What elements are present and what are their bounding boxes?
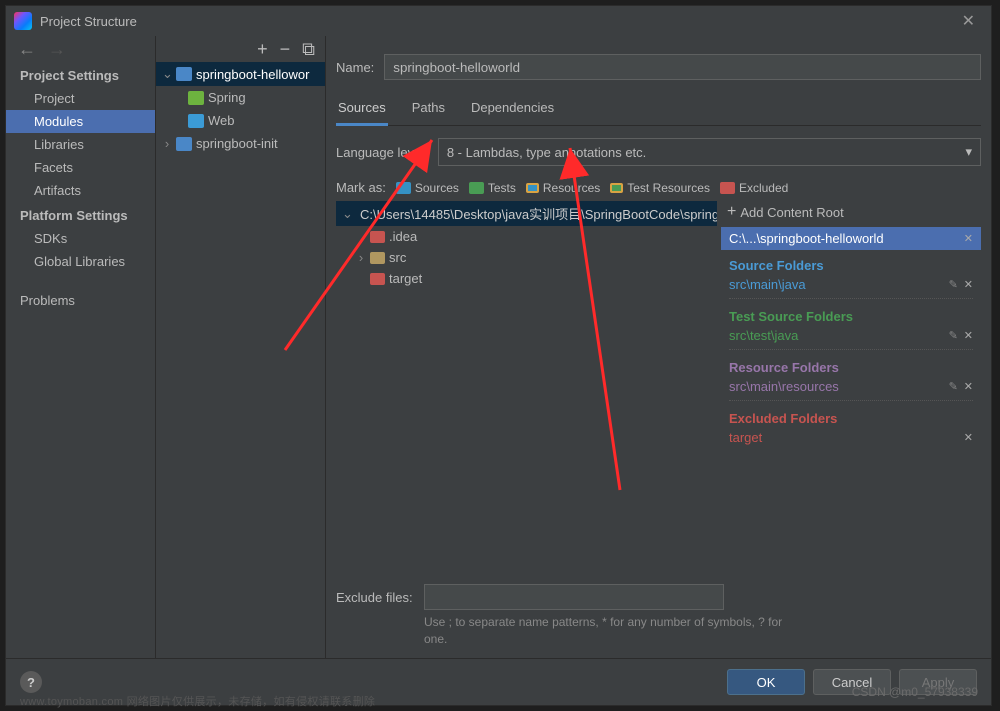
content-root-path[interactable]: C:\...\springboot-helloworld ✕ [721, 227, 981, 250]
resource-folders-title: Resource Folders [729, 356, 973, 377]
test-source-folder-path[interactable]: src\test\java [729, 328, 798, 343]
mark-excluded-button[interactable]: Excluded [720, 181, 788, 195]
chevron-down-icon[interactable]: ⌄ [342, 206, 352, 222]
language-level-label: Language level: [336, 145, 428, 160]
web-icon [188, 114, 204, 128]
back-icon[interactable]: ← [18, 39, 36, 60]
sidebar-item-sdks[interactable]: SDKs [6, 227, 155, 250]
add-content-root-button[interactable]: Add Content Root [740, 205, 843, 220]
exclude-files-input[interactable] [424, 584, 724, 610]
sidebar: ← → Project Settings Project Modules Lib… [6, 36, 156, 658]
module-tabs: Sources Paths Dependencies [336, 94, 981, 126]
forward-icon: → [48, 39, 66, 60]
remove-module-icon[interactable]: − [280, 39, 291, 60]
ok-button[interactable]: OK [727, 669, 805, 695]
test-source-folders-title: Test Source Folders [729, 305, 973, 326]
tab-sources[interactable]: Sources [336, 94, 388, 126]
watermark: CSDN @m0_57938339 [852, 685, 978, 699]
sidebar-item-artifacts[interactable]: Artifacts [6, 179, 155, 202]
folder-icon [370, 252, 385, 264]
sidebar-item-problems[interactable]: Problems [6, 289, 155, 312]
edit-icon[interactable]: ✎ [949, 329, 958, 342]
tests-folder-icon [469, 182, 484, 194]
sources-folder-icon [396, 182, 411, 194]
add-icon[interactable]: + [727, 203, 736, 221]
remove-icon[interactable]: ✕ [964, 278, 973, 291]
exclude-hint: Use ; to separate name patterns, * for a… [336, 610, 796, 648]
remove-content-root-icon[interactable]: ✕ [964, 232, 973, 245]
module-icon [176, 67, 192, 81]
content-tree[interactable]: ⌄ C:\Users\14485\Desktop\java实训项目\Spring… [336, 201, 717, 578]
source-folders-title: Source Folders [729, 254, 973, 275]
remove-icon[interactable]: ✕ [964, 380, 973, 393]
exclude-files-label: Exclude files: [336, 590, 414, 605]
resources-folder-icon [526, 183, 539, 193]
remove-icon[interactable]: ✕ [964, 431, 973, 444]
excluded-folder-icon [370, 273, 385, 285]
mark-as-label: Mark as: [336, 180, 386, 195]
chevron-right-icon[interactable]: › [356, 250, 366, 265]
language-level-select[interactable]: 8 - Lambdas, type annotations etc. ▾ [438, 138, 981, 166]
window-title: Project Structure [40, 14, 137, 29]
close-icon[interactable]: ✕ [954, 7, 983, 35]
content-idea-row[interactable]: .idea [336, 226, 717, 247]
module-tree-second[interactable]: › springboot-init [156, 132, 325, 155]
mark-sources-button[interactable]: Sources [396, 181, 459, 195]
test-resources-folder-icon [610, 183, 623, 193]
content-root-panel: + Add Content Root C:\...\springboot-hel… [721, 201, 981, 578]
source-folder-path[interactable]: src\main\java [729, 277, 806, 292]
sidebar-item-global-libraries[interactable]: Global Libraries [6, 250, 155, 273]
module-tree-panel: + − ⧉ ⌄ springboot-hellowor Spring Web ›… [156, 36, 326, 658]
content-root-row[interactable]: ⌄ C:\Users\14485\Desktop\java实训项目\Spring… [336, 201, 717, 226]
edit-icon[interactable]: ✎ [949, 278, 958, 291]
mark-tests-button[interactable]: Tests [469, 181, 516, 195]
excluded-folder-icon [370, 231, 385, 243]
content-src-row[interactable]: › src [336, 247, 717, 268]
chevron-down-icon[interactable]: ⌄ [162, 66, 172, 82]
remove-icon[interactable]: ✕ [964, 329, 973, 342]
project-structure-dialog: Project Structure ✕ ← → Project Settings… [5, 5, 992, 706]
module-facet-spring[interactable]: Spring [156, 86, 325, 109]
app-logo-icon [14, 12, 32, 30]
module-name-input[interactable] [384, 54, 981, 80]
sidebar-item-project[interactable]: Project [6, 87, 155, 110]
excluded-folder-path[interactable]: target [729, 430, 762, 445]
sidebar-item-modules[interactable]: Modules [6, 110, 155, 133]
sidebar-item-facets[interactable]: Facets [6, 156, 155, 179]
excluded-folder-icon [720, 182, 735, 194]
project-settings-header: Project Settings [6, 62, 155, 87]
excluded-folders-title: Excluded Folders [729, 407, 973, 428]
main-panel: Name: Sources Paths Dependencies Languag… [326, 36, 991, 658]
help-button[interactable]: ? [20, 671, 42, 693]
mark-resources-button[interactable]: Resources [526, 181, 600, 195]
sidebar-item-libraries[interactable]: Libraries [6, 133, 155, 156]
module-facet-web[interactable]: Web [156, 109, 325, 132]
name-label: Name: [336, 60, 374, 75]
tab-dependencies[interactable]: Dependencies [469, 94, 556, 125]
background-footer-text: www.toymoban.com 网络图片仅供展示，未存储，如有侵权请联系删除 [20, 693, 375, 709]
copy-module-icon[interactable]: ⧉ [302, 39, 315, 60]
resource-folder-path[interactable]: src\main\resources [729, 379, 839, 394]
titlebar: Project Structure ✕ [6, 6, 991, 36]
add-module-icon[interactable]: + [257, 39, 268, 60]
chevron-down-icon: ▾ [965, 144, 972, 160]
module-tree-root[interactable]: ⌄ springboot-hellowor [156, 62, 325, 86]
edit-icon[interactable]: ✎ [949, 380, 958, 393]
mark-test-resources-button[interactable]: Test Resources [610, 181, 710, 195]
chevron-right-icon[interactable]: › [162, 136, 172, 151]
module-icon [176, 137, 192, 151]
tab-paths[interactable]: Paths [410, 94, 447, 125]
spring-icon [188, 91, 204, 105]
content-target-row[interactable]: target [336, 268, 717, 289]
platform-settings-header: Platform Settings [6, 202, 155, 227]
